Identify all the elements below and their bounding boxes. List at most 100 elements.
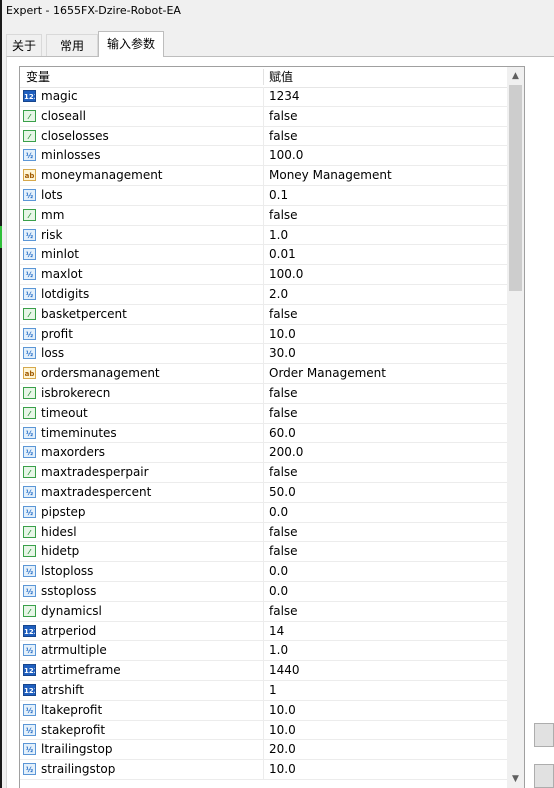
column-separator[interactable] <box>263 69 264 85</box>
table-row[interactable]: ⁄ hidesl false <box>20 522 508 543</box>
table-row[interactable]: ½ strailingstop 10.0 <box>20 760 508 780</box>
table-row[interactable]: ⁄ closelosses false <box>20 126 508 147</box>
parameter-value[interactable]: false <box>269 542 298 561</box>
scroll-down-icon[interactable]: ▼ <box>507 771 524 788</box>
side-button-lower[interactable] <box>534 764 554 788</box>
table-row[interactable]: ½ timeminutes 60.0 <box>20 423 508 444</box>
parameter-value[interactable]: 1.0 <box>269 641 288 660</box>
cell-separator <box>263 542 264 562</box>
parameter-value[interactable]: false <box>269 305 298 324</box>
parameter-value[interactable]: 100.0 <box>269 146 303 165</box>
cell-separator <box>263 680 264 700</box>
side-button-upper[interactable] <box>534 723 554 747</box>
parameter-name: timeminutes <box>41 425 117 440</box>
table-row[interactable]: ½ lots 0.1 <box>20 185 508 206</box>
table-row[interactable]: ⁄ timeout false <box>20 403 508 424</box>
tab-common[interactable]: 常用 <box>46 34 98 56</box>
table-row[interactable]: ⁄ hidetp false <box>20 542 508 563</box>
window-title: Expert - 1655FX-Dzire-Robot-EA <box>6 4 181 17</box>
parameter-value[interactable]: 1234 <box>269 87 300 106</box>
parameter-value[interactable]: 10.0 <box>269 325 296 344</box>
table-row[interactable]: ⁄ isbrokerecn false <box>20 383 508 404</box>
parameter-value[interactable]: 0.0 <box>269 562 288 581</box>
parameter-name: atrmultiple <box>41 643 107 658</box>
table-row[interactable]: ab moneymanagement Money Management <box>20 166 508 186</box>
parameter-value[interactable]: 100.0 <box>269 265 303 284</box>
table-row[interactable]: ⁄ basketpercent false <box>20 304 508 325</box>
table-row[interactable]: 123 atrshift 1 <box>20 680 508 701</box>
table-row[interactable]: ½ lstoploss 0.0 <box>20 562 508 582</box>
tab-inputs[interactable]: 输入参数 <box>98 31 164 57</box>
parameter-value[interactable]: 1440 <box>269 661 300 680</box>
parameter-value[interactable]: false <box>269 404 298 423</box>
parameter-value[interactable]: 30.0 <box>269 344 296 363</box>
parameter-value[interactable]: false <box>269 107 298 126</box>
scrollbar-thumb[interactable] <box>509 85 522 291</box>
parameter-value[interactable]: 200.0 <box>269 443 303 462</box>
parameter-value[interactable]: 1.0 <box>269 226 288 245</box>
table-row[interactable]: ½ ltakeprofit 10.0 <box>20 700 508 721</box>
parameter-value[interactable]: false <box>269 127 298 146</box>
table-row[interactable]: ½ sstoploss 0.0 <box>20 581 508 602</box>
boolean-type-icon: ⁄ <box>23 406 36 419</box>
table-row[interactable]: ⁄ closeall false <box>20 106 508 127</box>
parameter-name: lots <box>41 187 63 202</box>
table-row[interactable]: ½ loss 30.0 <box>20 344 508 365</box>
table-row[interactable]: ½ minlosses 100.0 <box>20 146 508 167</box>
parameter-value[interactable]: 1 <box>269 681 277 700</box>
parameter-value[interactable]: false <box>269 384 298 403</box>
table-row[interactable]: ½ risk 1.0 <box>20 225 508 246</box>
parameter-value[interactable]: false <box>269 523 298 542</box>
parameter-value[interactable]: 10.0 <box>269 721 296 740</box>
parameter-value[interactable]: false <box>269 206 298 225</box>
table-row[interactable]: 123 magic 1234 <box>20 87 508 107</box>
table-row[interactable]: ⁄ dynamicsl false <box>20 601 508 622</box>
parameter-value[interactable]: Order Management <box>269 364 386 383</box>
parameter-value[interactable]: 0.01 <box>269 245 296 264</box>
column-header-value[interactable]: 赋值 <box>269 67 293 87</box>
parameter-name: minlosses <box>41 148 101 163</box>
table-row[interactable]: ½ pipstep 0.0 <box>20 502 508 523</box>
parameter-value[interactable]: 60.0 <box>269 424 296 443</box>
table-row[interactable]: ab ordersmanagement Order Management <box>20 364 508 384</box>
cell-separator <box>263 304 264 324</box>
table-row[interactable]: ½ maxlot 100.0 <box>20 265 508 285</box>
table-row[interactable]: ½ maxtradespercent 50.0 <box>20 482 508 503</box>
double-type-icon: ½ <box>23 703 36 716</box>
boolean-type-icon: ⁄ <box>23 466 36 479</box>
table-row[interactable]: ½ atrmultiple 1.0 <box>20 641 508 662</box>
parameter-value[interactable]: 2.0 <box>269 285 288 304</box>
parameter-name: maxtradespercent <box>41 484 152 499</box>
parameter-name: ltakeprofit <box>41 702 103 717</box>
parameter-name: atrshift <box>41 682 84 697</box>
parameter-value[interactable]: 50.0 <box>269 483 296 502</box>
cell-separator <box>263 383 264 403</box>
table-row[interactable]: 123 atrtimeframe 1440 <box>20 661 508 681</box>
parameter-value[interactable]: 14 <box>269 622 284 641</box>
table-row[interactable]: ½ ltrailingstop 20.0 <box>20 740 508 761</box>
parameter-value[interactable]: 0.0 <box>269 503 288 522</box>
parameter-value[interactable]: false <box>269 602 298 621</box>
tab-about[interactable]: 关于 <box>6 34 42 56</box>
scroll-up-icon[interactable]: ▲ <box>507 68 524 85</box>
parameter-value[interactable]: 0.1 <box>269 186 288 205</box>
table-row[interactable]: ⁄ mm false <box>20 205 508 226</box>
cell-separator <box>263 166 264 186</box>
table-row[interactable]: ½ maxorders 200.0 <box>20 443 508 464</box>
vertical-scrollbar[interactable]: ▲ ▼ <box>507 67 524 788</box>
column-header-variable[interactable]: 变量 <box>26 67 50 87</box>
parameter-value[interactable]: 20.0 <box>269 740 296 759</box>
parameter-value[interactable]: false <box>269 463 298 482</box>
double-type-icon: ½ <box>23 763 36 776</box>
parameter-value[interactable]: 10.0 <box>269 701 296 720</box>
parameter-value[interactable]: 0.0 <box>269 582 288 601</box>
parameter-value[interactable]: Money Management <box>269 166 392 185</box>
table-row[interactable]: ½ profit 10.0 <box>20 324 508 345</box>
cell-separator <box>263 720 264 740</box>
table-row[interactable]: ½ lotdigits 2.0 <box>20 284 508 305</box>
table-row[interactable]: ½ minlot 0.01 <box>20 245 508 266</box>
table-row[interactable]: ⁄ maxtradesperpair false <box>20 463 508 483</box>
table-row[interactable]: ½ stakeprofit 10.0 <box>20 720 508 741</box>
table-row[interactable]: 123 atrperiod 14 <box>20 621 508 642</box>
parameter-value[interactable]: 10.0 <box>269 760 296 779</box>
